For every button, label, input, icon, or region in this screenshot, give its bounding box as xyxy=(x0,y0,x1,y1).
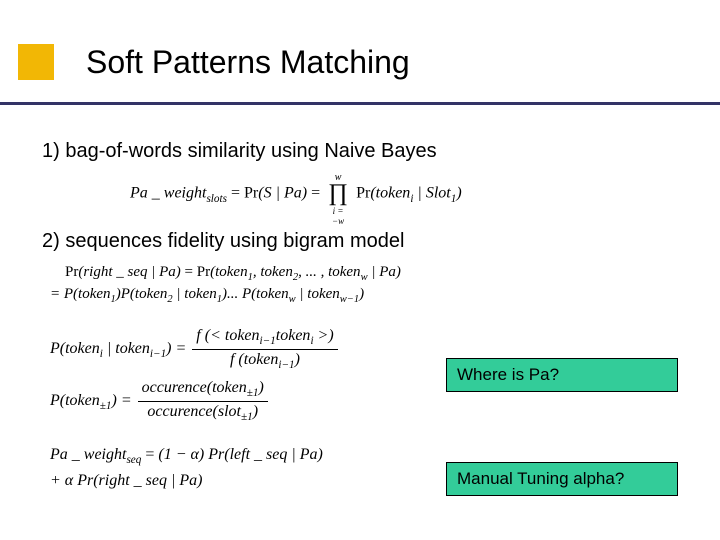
equation-pa-weight-seq-1: Pa _ weightseq = (1 − α) Pr(left _ seq |… xyxy=(50,446,323,466)
callout-alpha: Manual Tuning alpha? xyxy=(446,462,678,496)
title-underline xyxy=(0,102,720,105)
equation-right-seq-expanded: = P(token1)P(token2 | token1)... P(token… xyxy=(50,286,364,305)
fraction-2: occurence(token±1) occurence(slot±1) xyxy=(138,378,268,424)
bullet-2: 2) sequences fidelity using bigram model xyxy=(42,230,404,253)
equation-pa-weight-seq-2: + α Pr(right _ seq | Pa) xyxy=(50,472,202,490)
bullet-1: 1) bag-of-words similarity using Naive B… xyxy=(42,140,437,163)
slide-title: Soft Patterns Matching xyxy=(86,44,410,81)
callout-where-pa: Where is Pa? xyxy=(446,358,678,392)
product-symbol: w ∏ i = −w xyxy=(326,176,350,212)
fraction: f (< tokeni−1tokeni >) f (tokeni−1) xyxy=(192,326,337,372)
accent-square xyxy=(18,44,54,80)
equation-right-seq: Pr(right _ seq | Pa) = Pr(token1, token2… xyxy=(65,264,401,283)
equation-pa-weight-slots: Pa _ weightslots = Pr(S | Pa) = w ∏ i = … xyxy=(130,176,462,212)
slide: Soft Patterns Matching 1) bag-of-words s… xyxy=(0,0,720,540)
equation-token-slot-prob: P(token±1) = occurence(token±1) occurenc… xyxy=(50,378,270,424)
equation-bigram-prob: P(tokeni | tokeni−1) = f (< tokeni−1toke… xyxy=(50,326,340,372)
